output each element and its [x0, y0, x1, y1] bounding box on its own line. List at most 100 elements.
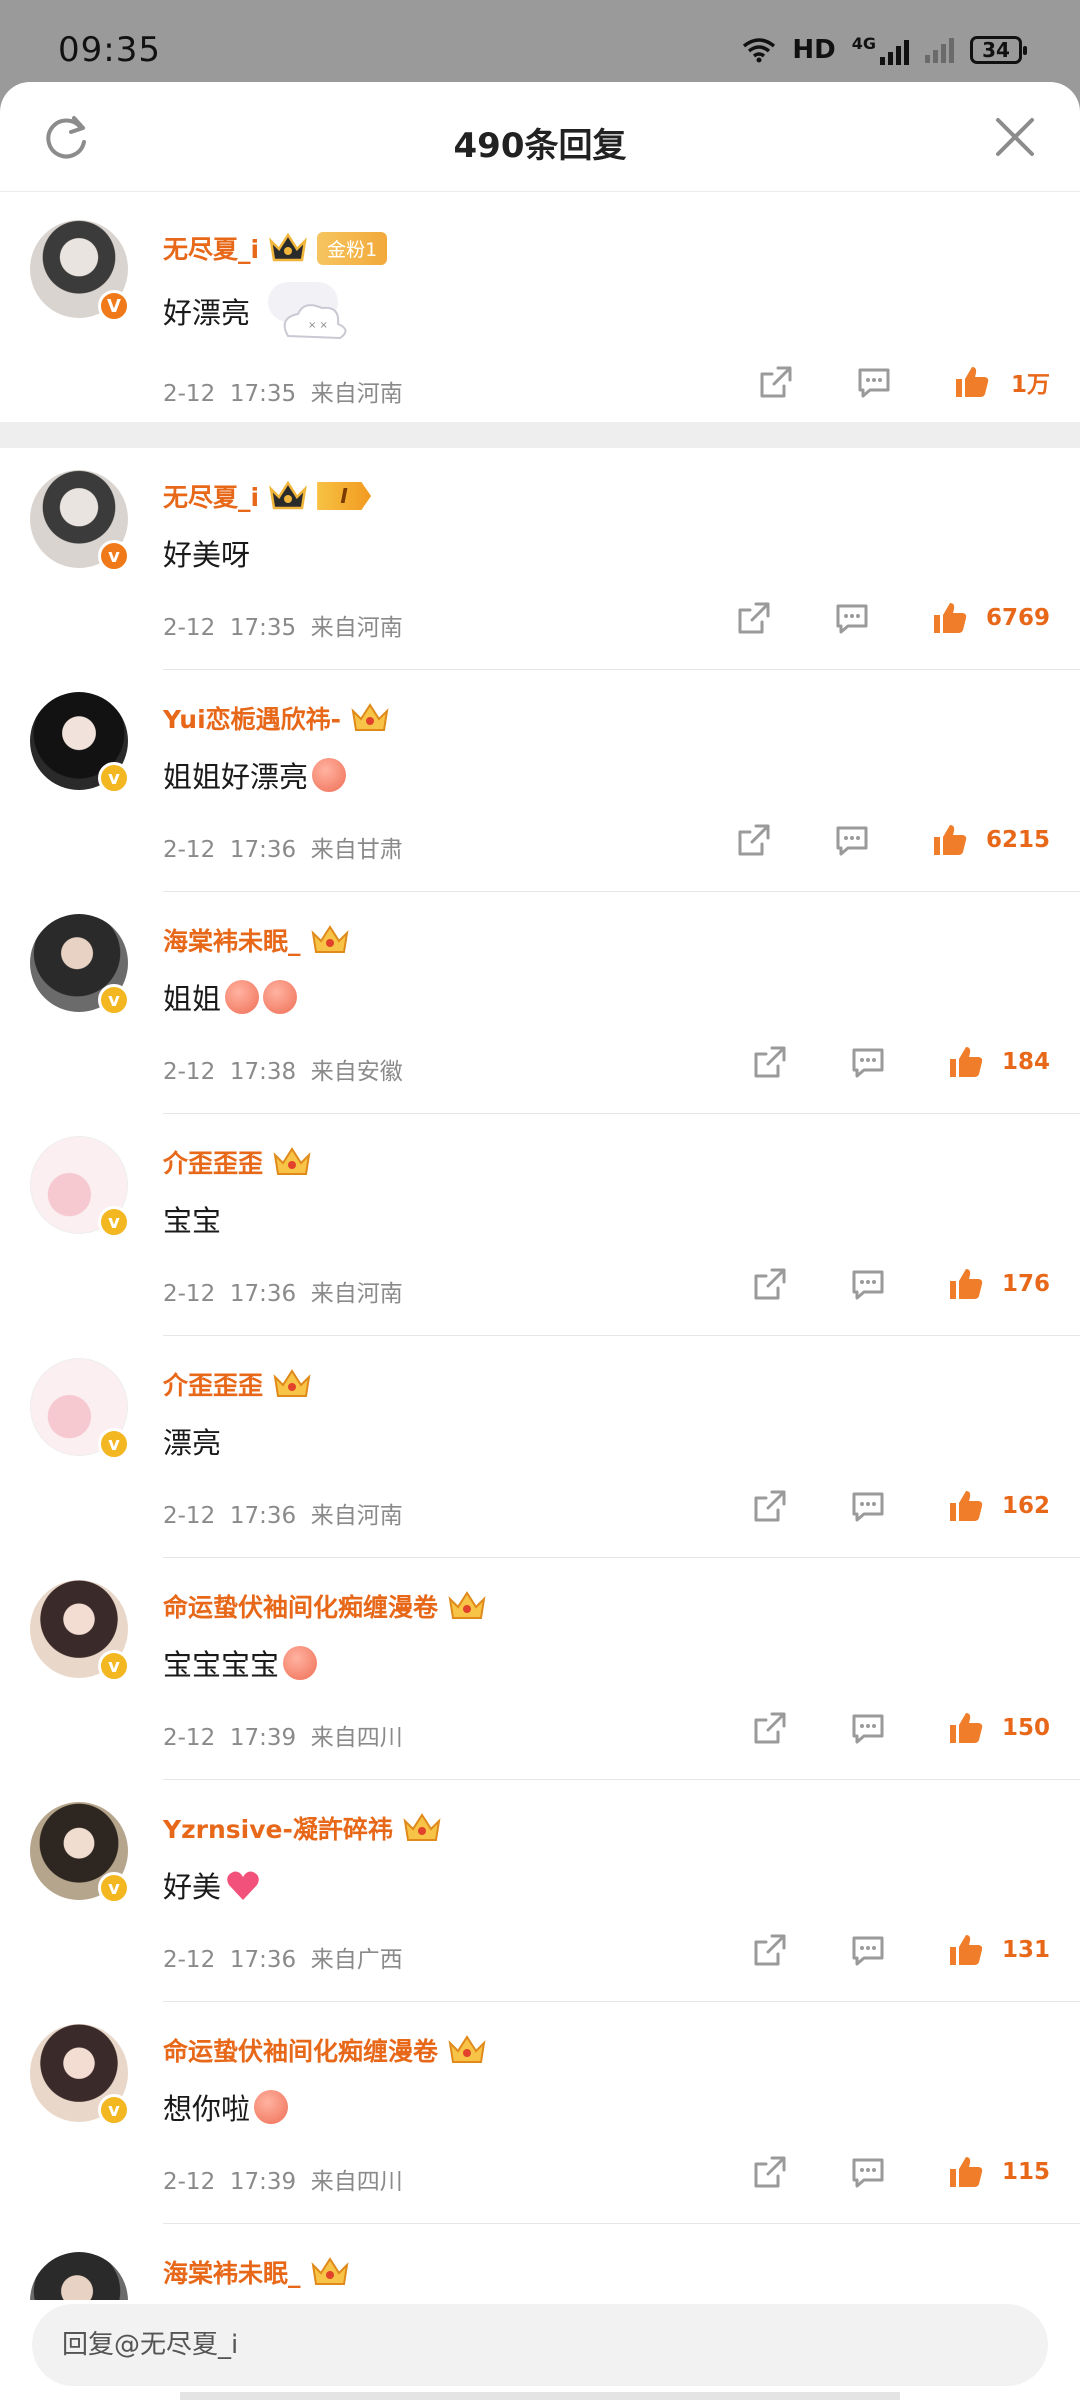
comment-actions: 6769: [734, 598, 1050, 638]
comment-meta: 2-12 17:36 来自河南: [163, 1274, 403, 1308]
home-indicator: [180, 2392, 900, 2400]
comment-meta: 2-12 17:36 来自甘肃: [163, 830, 403, 864]
comment-meta: 2-12 17:38 来自安徽: [163, 1052, 403, 1086]
like-button[interactable]: 184: [946, 1042, 1050, 1082]
like-button[interactable]: 6769: [930, 598, 1050, 638]
share-icon[interactable]: [750, 1264, 790, 1304]
like-button[interactable]: 115: [946, 2152, 1050, 2192]
avatar[interactable]: v: [30, 470, 130, 572]
status-time: 09:35: [58, 30, 161, 70]
avatar[interactable]: v: [30, 692, 130, 794]
username[interactable]: 无尽夏_i: [163, 478, 259, 514]
list-item: v Yui恋栀遇欣祎- 姐姐好漂亮 2-12 17:36 来自甘肃 6215: [0, 670, 1080, 892]
comment-actions: 1万: [756, 362, 1050, 402]
comment-location: 来自四川: [310, 2169, 403, 2195]
page-title: 490条回复: [453, 126, 627, 166]
comment-text: 漂亮: [163, 1426, 222, 1460]
username[interactable]: 海棠袆未眠_: [163, 2254, 301, 2290]
username[interactable]: 介歪歪歪: [163, 1144, 263, 1180]
comment-text: 姐姐好漂亮: [163, 760, 309, 794]
username-row: 无尽夏_i 金粉1: [163, 230, 388, 266]
like-button[interactable]: 176: [946, 1264, 1050, 1304]
comment-location: 来自河南: [310, 381, 403, 407]
comment-time: 17:35: [229, 381, 297, 407]
comment-icon[interactable]: [848, 1042, 888, 1082]
verified-icon: v: [98, 1206, 130, 1238]
comment-text-row: 漂亮: [163, 1420, 221, 1462]
crown-icon: [311, 925, 348, 953]
thumb-up-icon: [949, 1935, 983, 1965]
list-item: v 海棠袆未眠_ 姐姐 2-12 17:38 来自安徽 184: [0, 892, 1080, 1114]
thumb-up-icon: [933, 825, 967, 855]
comment-date: 2-12: [163, 1947, 216, 1973]
like-button[interactable]: 1万: [952, 362, 1050, 402]
like-button[interactable]: 131: [946, 1930, 1050, 1970]
share-icon[interactable]: [750, 1486, 790, 1526]
comment-icon[interactable]: [848, 1486, 888, 1526]
like-count: 176: [1001, 1271, 1050, 1297]
comment-icon[interactable]: [832, 820, 872, 860]
crown-icon: [448, 2035, 486, 2063]
username-row: 海棠袆未眠_: [163, 2254, 351, 2290]
avatar[interactable]: v: [30, 1136, 130, 1238]
comment-text-row: 宝宝: [163, 1198, 221, 1240]
share-icon[interactable]: [734, 820, 774, 860]
battery-icon: 34: [970, 35, 1027, 64]
like-count: 115: [1001, 2159, 1050, 2185]
comment-icon[interactable]: [848, 2152, 888, 2192]
comment-icon[interactable]: [848, 1708, 888, 1748]
comment-icon[interactable]: [848, 1930, 888, 1970]
like-button[interactable]: 162: [946, 1486, 1050, 1526]
username[interactable]: 命运蛰伏袖间化痴缠漫卷: [163, 1588, 438, 1624]
signal-bars-2-icon: [925, 37, 954, 63]
comment-icon[interactable]: [832, 598, 872, 638]
comment-time: 17:39: [229, 2169, 297, 2195]
level-badge: I: [317, 482, 372, 510]
username[interactable]: 无尽夏_i: [163, 230, 259, 266]
verified-icon: v: [98, 2094, 130, 2126]
avatar[interactable]: v: [30, 1580, 130, 1682]
replies-sheet: 490条回复 V 无尽夏_i 金粉1 好漂亮 × × 2-12 17:35 来自…: [0, 82, 1080, 2400]
screen: 09:35 HD 4G 34 490条回复 V 无尽夏_i 金粉1 好漂亮 × …: [0, 0, 1080, 2400]
emoji-icon: [283, 1646, 318, 1680]
avatar[interactable]: v: [30, 1802, 130, 1904]
share-icon[interactable]: [750, 1930, 790, 1970]
comment-text: 宝宝宝宝: [163, 1648, 280, 1682]
comment-text-row: 好漂亮 × ×: [163, 278, 358, 344]
comment-actions: 115: [750, 2152, 1050, 2192]
username[interactable]: Yzrnsive-凝許碎祎: [163, 1810, 393, 1846]
like-button[interactable]: 6215: [930, 820, 1050, 860]
avatar[interactable]: v: [30, 914, 130, 1016]
heart-emoji-icon: [227, 1871, 259, 1900]
username-row: 无尽夏_i I: [163, 478, 372, 514]
close-icon[interactable]: [990, 112, 1040, 162]
wifi-icon: [743, 37, 776, 62]
comment-icon[interactable]: [854, 362, 894, 402]
like-button[interactable]: 150: [946, 1708, 1050, 1748]
comment-actions: 150: [750, 1708, 1050, 1748]
comment-meta: 2-12 17:36 来自河南: [163, 1496, 403, 1530]
username[interactable]: 命运蛰伏袖间化痴缠漫卷: [163, 2032, 438, 2068]
username-row: Yui恋栀遇欣祎-: [163, 700, 391, 736]
username-row: 命运蛰伏袖间化痴缠漫卷: [163, 2032, 488, 2068]
avatar[interactable]: v: [30, 1358, 130, 1460]
share-icon[interactable]: [756, 362, 796, 402]
list-item: v 无尽夏_i I 好美呀 2-12 17:35 来自河南 6769: [0, 448, 1080, 670]
comment-meta: 2-12 17:36 来自广西: [163, 1940, 403, 1974]
like-count: 131: [1001, 1937, 1050, 1963]
username[interactable]: 介歪歪歪: [163, 1366, 263, 1402]
avatar[interactable]: v: [30, 2024, 130, 2126]
username[interactable]: 海棠袆未眠_: [163, 922, 301, 958]
section-divider: [0, 422, 1080, 448]
username[interactable]: Yui恋栀遇欣祎-: [163, 700, 341, 736]
share-icon[interactable]: [750, 1708, 790, 1748]
comment-time: 17:36: [229, 837, 297, 863]
signal-bars-icon: [880, 39, 909, 65]
list-item: v 介歪歪歪 宝宝 2-12 17:36 来自河南 176: [0, 1114, 1080, 1336]
share-icon[interactable]: [750, 1042, 790, 1082]
reply-input[interactable]: [32, 2304, 1048, 2386]
share-icon[interactable]: [734, 598, 774, 638]
share-icon[interactable]: [750, 2152, 790, 2192]
avatar[interactable]: V: [30, 220, 130, 322]
comment-icon[interactable]: [848, 1264, 888, 1304]
